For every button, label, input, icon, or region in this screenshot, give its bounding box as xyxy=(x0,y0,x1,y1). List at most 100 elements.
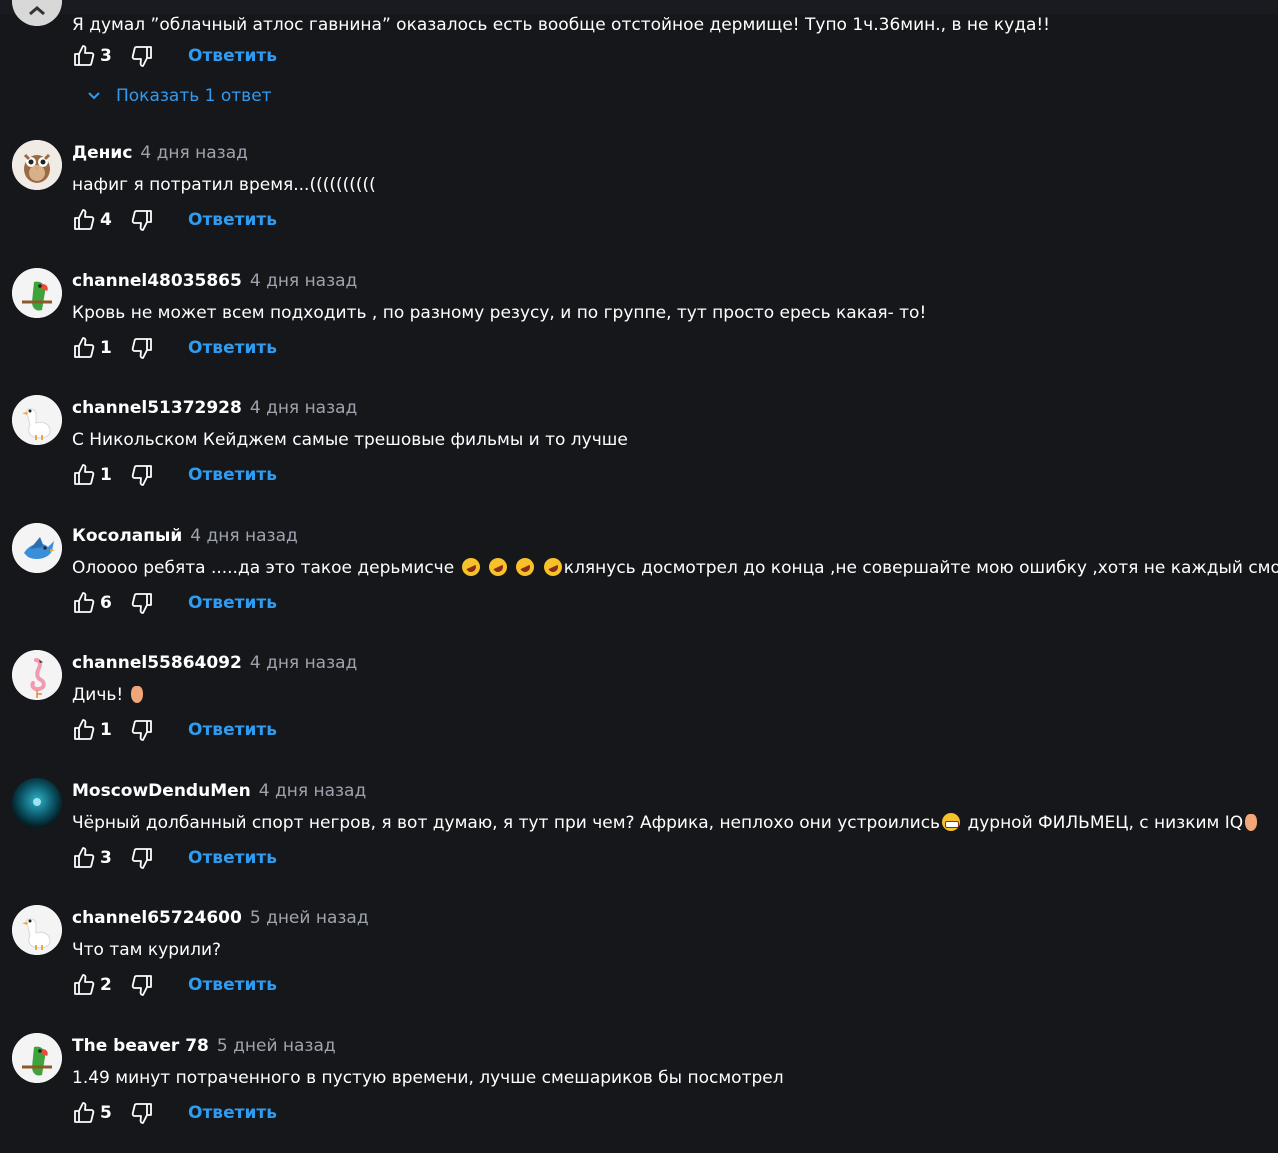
dislike-button[interactable] xyxy=(130,336,154,360)
author-name[interactable]: Косолапый xyxy=(72,526,182,546)
reply-button[interactable]: Ответить xyxy=(188,46,277,66)
comment-actions: 1 Ответить xyxy=(72,718,277,742)
like-count: 2 xyxy=(100,975,112,995)
comment-meta: Денис 4 дня назад xyxy=(72,142,248,164)
like-button[interactable]: 1 xyxy=(72,463,112,487)
comment-meta: channel51372928 4 дня назад xyxy=(72,397,357,419)
avatar[interactable] xyxy=(12,523,62,573)
dislike-button[interactable] xyxy=(130,846,154,870)
thumbs-up-icon xyxy=(74,592,95,613)
comment-item: Я думал ”облачный атлос гавнина” оказало… xyxy=(0,0,1278,110)
avatar[interactable] xyxy=(12,395,62,445)
dislike-button[interactable] xyxy=(130,208,154,232)
like-button[interactable]: 6 xyxy=(72,591,112,615)
reply-button[interactable]: Ответить xyxy=(188,338,277,358)
reply-button[interactable]: Ответить xyxy=(188,593,277,613)
thumbs-down-icon xyxy=(131,338,152,359)
dislike-button[interactable] xyxy=(130,463,154,487)
rolling-on-floor-laughing-emoji xyxy=(458,555,483,579)
thumbs-up-icon xyxy=(74,209,95,230)
dislike-button[interactable] xyxy=(130,718,154,742)
comment-text-part: Олоооо ребята .....да это такое дерьмисч… xyxy=(72,558,460,578)
comment-actions: 5 Ответить xyxy=(72,1101,277,1125)
comment-text: 1.49 минут потраченного в пустую времени… xyxy=(72,1068,784,1088)
author-name[interactable]: Денис xyxy=(72,143,132,163)
rolling-on-floor-laughing-emoji xyxy=(486,555,510,579)
rolling-on-floor-laughing-emoji xyxy=(540,555,565,579)
show-replies-button[interactable]: Показать 1 ответ xyxy=(86,86,272,106)
comment-item: Косолапый 4 дня назад Олоооо ребята .....… xyxy=(0,523,1278,643)
like-button[interactable]: 1 xyxy=(72,718,112,742)
comment-text: нафиг я потратил время...(((((((((( xyxy=(72,175,376,195)
comment-time: 4 дня назад xyxy=(258,781,367,801)
parrot-icon xyxy=(12,268,62,318)
thumbs-up-icon xyxy=(74,1102,95,1123)
grimacing-emoji xyxy=(942,813,961,831)
like-button[interactable]: 5 xyxy=(72,1101,112,1125)
dislike-button[interactable] xyxy=(130,591,154,615)
show-replies-label: Показать 1 ответ xyxy=(116,86,272,106)
author-name[interactable]: MoscowDenduMen xyxy=(72,781,251,801)
thumbs-up-icon xyxy=(74,337,95,358)
comment-actions: 2 Ответить xyxy=(72,973,277,997)
comment-time: 5 дней назад xyxy=(249,908,369,928)
avatar[interactable] xyxy=(12,140,62,190)
comment-meta: MoscowDenduMen 4 дня назад xyxy=(72,780,366,802)
thumbs-up-icon xyxy=(74,719,95,740)
thumbs-down-icon xyxy=(131,465,152,486)
comment-time: 4 дня назад xyxy=(140,143,248,163)
avatar[interactable] xyxy=(12,905,62,955)
thumbs-down-icon xyxy=(131,720,152,741)
like-button[interactable]: 3 xyxy=(72,846,112,870)
like-count: 3 xyxy=(100,848,112,868)
avatar[interactable] xyxy=(12,650,62,700)
author-name[interactable]: channel55864092 xyxy=(72,653,242,673)
owl-icon xyxy=(12,140,62,190)
avatar[interactable] xyxy=(12,778,62,828)
comment-time: 4 дня назад xyxy=(249,398,358,418)
like-count: 1 xyxy=(100,720,112,740)
comment-text: Олоооо ребята .....да это такое дерьмисч… xyxy=(72,555,1278,579)
like-count: 3 xyxy=(100,46,112,66)
dislike-button[interactable] xyxy=(130,44,154,68)
reply-button[interactable]: Ответить xyxy=(188,975,277,995)
thumbs-down-emoji xyxy=(130,686,143,703)
reply-button[interactable]: Ответить xyxy=(188,210,277,230)
reply-button[interactable]: Ответить xyxy=(188,720,277,740)
parrot-icon xyxy=(12,1033,62,1083)
avatar[interactable] xyxy=(12,0,62,26)
author-name[interactable]: channel51372928 xyxy=(72,398,242,418)
partial-avatar-icon xyxy=(12,0,62,26)
flamingo-icon xyxy=(12,650,62,700)
comment-text-part: клянусь досмотрел до конца ,не совершайт… xyxy=(563,558,1278,578)
comment-time: 4 дня назад xyxy=(249,271,358,291)
reply-button[interactable]: Ответить xyxy=(188,465,277,485)
like-count: 5 xyxy=(100,1103,112,1123)
like-button[interactable]: 1 xyxy=(72,336,112,360)
goose-icon xyxy=(12,905,62,955)
comment-actions: 1 Ответить xyxy=(72,463,277,487)
comment-text-part: Дичь! xyxy=(72,685,129,705)
like-count: 1 xyxy=(100,338,112,358)
avatar[interactable] xyxy=(12,268,62,318)
dislike-button[interactable] xyxy=(130,973,154,997)
comment-text: Чёрный долбанный спорт негров, я вот дум… xyxy=(72,812,1259,834)
author-name[interactable]: channel65724600 xyxy=(72,908,242,928)
like-button[interactable]: 3 xyxy=(72,44,112,68)
like-button[interactable]: 2 xyxy=(72,973,112,997)
author-name[interactable]: channel48035865 xyxy=(72,271,242,291)
like-count: 1 xyxy=(100,465,112,485)
thumbs-up-icon xyxy=(74,464,95,485)
comment-time: 4 дня назад xyxy=(190,526,298,546)
author-name[interactable]: The beaver 78 xyxy=(72,1036,209,1056)
like-button[interactable]: 4 xyxy=(72,208,112,232)
reply-button[interactable]: Ответить xyxy=(188,848,277,868)
thumbs-down-icon xyxy=(131,1103,152,1124)
reply-button[interactable]: Ответить xyxy=(188,1103,277,1123)
comment-item: The beaver 78 5 дней назад 1.49 минут пот… xyxy=(0,1033,1278,1153)
rolling-on-floor-laughing-emoji xyxy=(513,555,538,579)
dislike-button[interactable] xyxy=(130,1101,154,1125)
bird-icon xyxy=(12,523,62,573)
comment-text: Я думал ”облачный атлос гавнина” оказало… xyxy=(72,15,1050,35)
avatar[interactable] xyxy=(12,1033,62,1083)
